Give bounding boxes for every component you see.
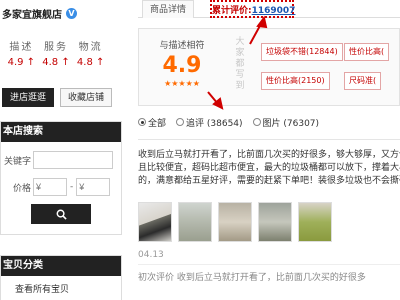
rating-panel: 与描述相符 4.9 ★★★★★ 大家都写到 垃圾袋不错(12844) 性价比高(… <box>138 28 400 106</box>
keyword-row: 关键字 <box>1 150 121 170</box>
review-line: 且比较便宜，超码比超市便宜，最大的垃圾桶都可以放下，撑着大小 <box>138 163 400 173</box>
filter-all[interactable]: 全部 <box>138 116 166 129</box>
price-label: 价格 <box>12 183 31 194</box>
rating-description: 描述 4.9 ↑ <box>8 38 35 68</box>
verified-badge-icon: V <box>66 7 77 19</box>
divider <box>138 264 400 265</box>
review-photo-thumbnail[interactable] <box>298 202 332 242</box>
review-photo-thumbnail[interactable] <box>138 202 172 242</box>
review-tag[interactable]: 尺码准( <box>344 72 382 90</box>
store-search-title: 本店搜索 <box>1 122 121 142</box>
divider <box>138 139 400 140</box>
filter-label: 全部 <box>148 118 167 129</box>
review-photo-thumbnail[interactable] <box>178 202 212 242</box>
filter-followup[interactable]: 追评 (38654) <box>176 116 243 129</box>
review-line: 收到后立马就打开看了，比前面几次买的好很多，够大够厚，又方便 <box>138 150 400 160</box>
review-photo-thumbnail[interactable] <box>218 202 252 242</box>
review-tag[interactable]: 性价比高( <box>344 43 390 61</box>
review-line: 的，满意都给五星好评，需要的赶紧下单吧！装很多垃圾也不会撕破 <box>138 176 400 186</box>
keyword-label: 关键字 <box>3 156 31 167</box>
search-icon <box>56 209 67 220</box>
category-title: 宝贝分类 <box>1 256 121 276</box>
tags-side-label: 大家都写到 <box>235 37 245 91</box>
store-name[interactable]: 多家宜旗舰店 <box>2 6 62 21</box>
category-item-all[interactable]: 查看所有宝贝 <box>1 276 121 295</box>
rating-score: 4.8 ↑ <box>76 57 105 68</box>
radio-icon[interactable] <box>176 118 185 126</box>
store-search-form: 关键字 价格 - <box>1 142 121 234</box>
store-search-button[interactable] <box>31 204 91 224</box>
rating-label: 物流 <box>78 42 103 53</box>
reviews-count[interactable]: 1169007 <box>252 6 296 16</box>
rating-score: 4.8 ↑ <box>42 57 70 68</box>
filter-label: 图片 (76307) <box>262 118 320 129</box>
radio-icon[interactable] <box>252 118 261 126</box>
rating-label: 服务 <box>43 42 68 53</box>
rating-service: 服务 4.8 ↑ <box>42 38 69 68</box>
price-min-input[interactable] <box>33 178 67 196</box>
tab-product-detail[interactable]: 商品详情 <box>142 0 194 18</box>
radio-icon[interactable] <box>138 118 146 126</box>
review-photo-thumbnail[interactable] <box>258 202 292 242</box>
favorite-store-button[interactable]: 收藏店铺 <box>60 88 113 107</box>
price-dash: - <box>70 182 74 192</box>
filter-images[interactable]: 图片 (76307) <box>252 116 320 129</box>
filter-label: 追评 (38654) <box>186 118 243 129</box>
store-header: 多家宜旗舰店 V <box>0 0 122 26</box>
review-tag[interactable]: 垃圾袋不错(12844) <box>261 43 343 61</box>
tab-reviews[interactable]: 累计评价:1169007 <box>210 0 296 18</box>
review-filters: 全部 追评 (38654) 图片 (76307) <box>138 115 319 129</box>
price-row: 价格 - <box>1 177 121 197</box>
next-review-preview: 初次评价 收到后立马就打开看了，比前面几次买的好很多 <box>138 273 366 283</box>
store-sidebar: 多家宜旗舰店 V 描述 4.9 ↑ 服务 4.8 ↑ 物流 4.8 ↑ 进店逛逛… <box>0 0 122 300</box>
category-box: 宝贝分类 查看所有宝贝 <box>0 255 122 300</box>
rating-label: 描述 <box>9 42 34 53</box>
match-score: 4.9 <box>162 53 202 78</box>
enter-store-button[interactable]: 进店逛逛 <box>2 88 55 107</box>
star-rating-icon: ★★★★★ <box>164 79 200 88</box>
store-ratings: 描述 4.9 ↑ 服务 4.8 ↑ 物流 4.8 ↑ <box>0 26 112 68</box>
keyword-input[interactable] <box>33 151 113 169</box>
reviews-label: 累计评价: <box>212 6 252 16</box>
price-max-input[interactable] <box>76 178 111 196</box>
review-tag[interactable]: 性价比高(2150) <box>261 72 330 90</box>
match-label: 与描述相符 <box>159 41 205 51</box>
rating-score: 4.9 ↑ <box>7 57 36 68</box>
tab-bar: 商品详情 累计评价:1169007 <box>138 0 400 18</box>
rating-logistics: 物流 4.8 ↑ <box>77 38 104 68</box>
match-rating: 与描述相符 4.9 ★★★★★ <box>147 29 217 88</box>
review-photos <box>138 202 332 242</box>
store-search-box: 本店搜索 关键字 价格 - <box>0 121 122 235</box>
main-content: 商品详情 累计评价:1169007 与描述相符 4.9 ★★★★★ 大家都写到 … <box>138 0 400 300</box>
store-actions: 进店逛逛 收藏店铺 <box>0 68 122 107</box>
review-content: 收到后立马就打开看了，比前面几次买的好很多，够大够厚，又方便 且比较便宜，超码比… <box>138 149 400 188</box>
review-date: 04.13 <box>138 250 164 260</box>
